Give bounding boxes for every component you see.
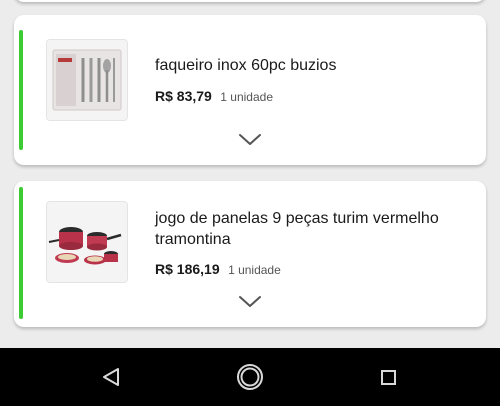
product-thumbnail[interactable] (46, 39, 128, 121)
cookware-set-image (47, 202, 127, 282)
status-accent-bar (19, 187, 23, 319)
square-recents-icon[interactable] (373, 362, 403, 392)
product-quantity: 1 unidade (220, 90, 273, 104)
order-item-card[interactable]: jogo de panelas 9 peças turim vermelho t… (14, 181, 486, 327)
previous-order-card (14, 0, 486, 2)
status-accent-bar (19, 30, 23, 150)
product-price: R$ 83,79 (155, 88, 212, 104)
order-item-card[interactable]: faqueiro inox 60pc buzios R$ 83,79 1 uni… (14, 15, 486, 165)
triangle-back-icon[interactable] (96, 362, 126, 392)
product-title: jogo de panelas 9 peças turim vermelho t… (155, 210, 439, 248)
cutlery-set-box-image (47, 40, 127, 120)
product-thumbnail[interactable] (46, 201, 128, 283)
price-row: R$ 83,79 1 unidade (155, 88, 273, 106)
price-row: R$ 186,19 1 unidade (155, 261, 281, 279)
chevron-down-icon[interactable] (238, 133, 262, 147)
product-title: faqueiro inox 60pc buzios (155, 57, 337, 74)
circle-home-icon[interactable] (235, 362, 265, 392)
product-price: R$ 186,19 (155, 261, 220, 277)
android-navigation-bar (0, 348, 500, 406)
product-quantity: 1 unidade (228, 263, 281, 277)
chevron-down-icon[interactable] (238, 295, 262, 309)
